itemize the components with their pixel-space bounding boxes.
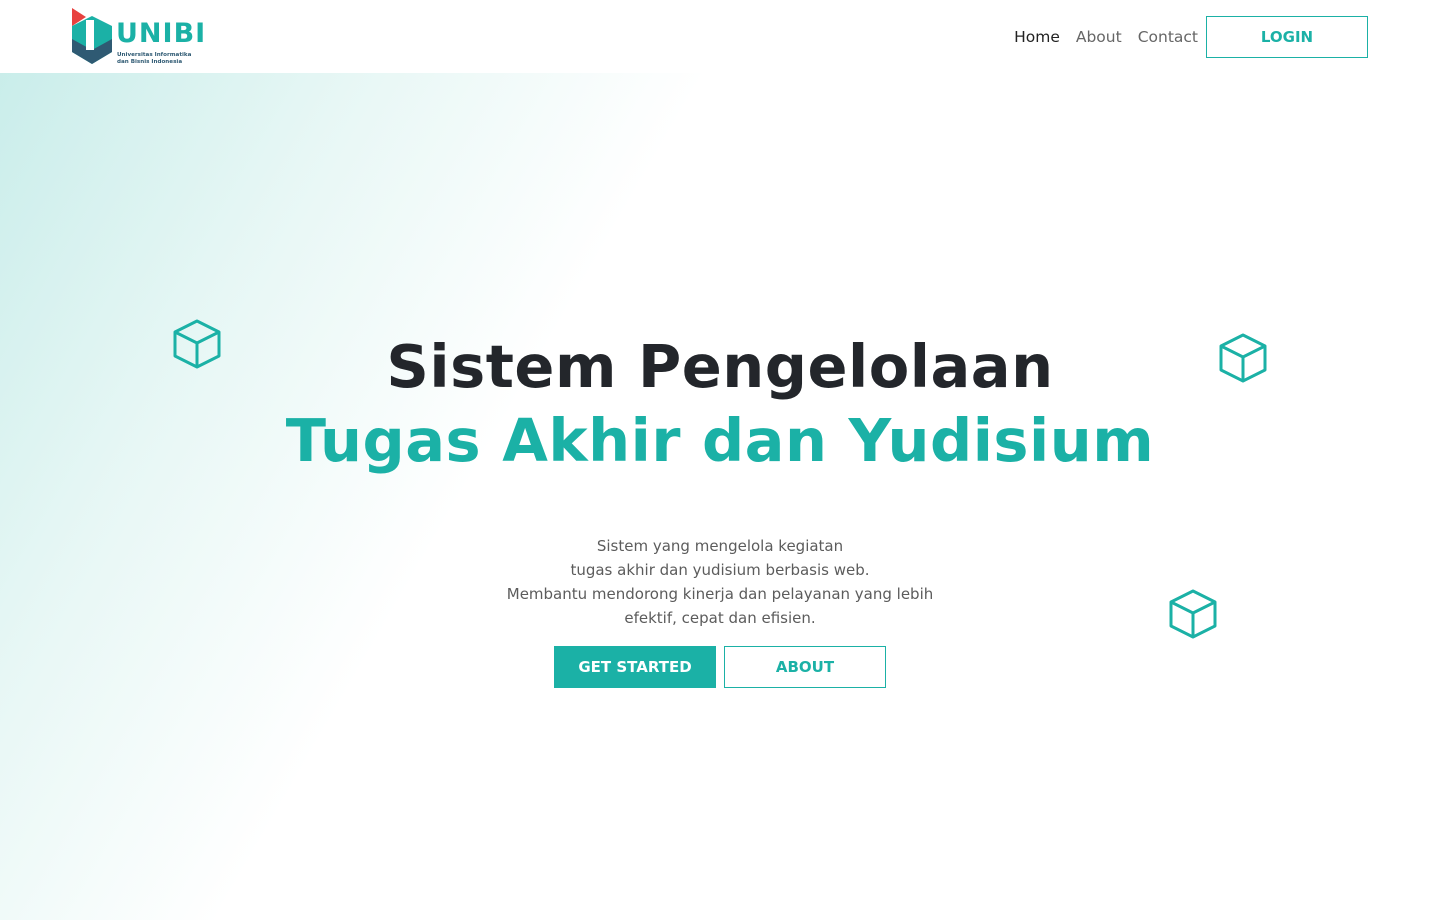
hero-description-line: Sistem yang mengelola kegiatan [596,537,844,555]
get-started-button[interactable]: GET STARTED [554,646,716,688]
nav-about[interactable]: About [1076,28,1122,46]
about-button[interactable]: ABOUT [724,646,886,688]
logo-mark-icon [72,8,112,64]
login-button[interactable]: LOGIN [1206,16,1368,58]
hero-cta-group: GET STARTED ABOUT [0,646,1440,688]
nav-home[interactable]: Home [1014,28,1060,46]
hero-description-line: tugas akhir dan yudisium berbasis web. [570,561,870,579]
hero-title-line1: Sistem Pengelolaan [386,332,1054,401]
logo-subtitle: Universitas Informatika dan Bisnis Indon… [117,52,207,65]
hero-description-line: Membantu mendorong kinerja dan pelayanan… [506,585,934,603]
hero-section: Sistem Pengelolaan Tugas Akhir dan Yudis… [0,330,1440,688]
logo-wordmark: UNIBI [116,18,207,49]
main-nav: Home About Contact LOGIN [1014,16,1368,58]
logo-subtitle-line2: dan Bisnis Indonesia [117,58,183,65]
hero-title-line2: Tugas Akhir dan Yudisium [285,406,1155,475]
hero-description-line: efektif, cepat dan efisien. [624,609,816,627]
nav-contact[interactable]: Contact [1138,28,1198,46]
unibi-logo[interactable]: UNIBI Universitas Informatika dan Bisnis… [70,6,205,68]
hero-description: Sistem yang mengelola kegiatan tugas akh… [0,534,1440,630]
site-header: UNIBI Universitas Informatika dan Bisnis… [0,0,1440,73]
